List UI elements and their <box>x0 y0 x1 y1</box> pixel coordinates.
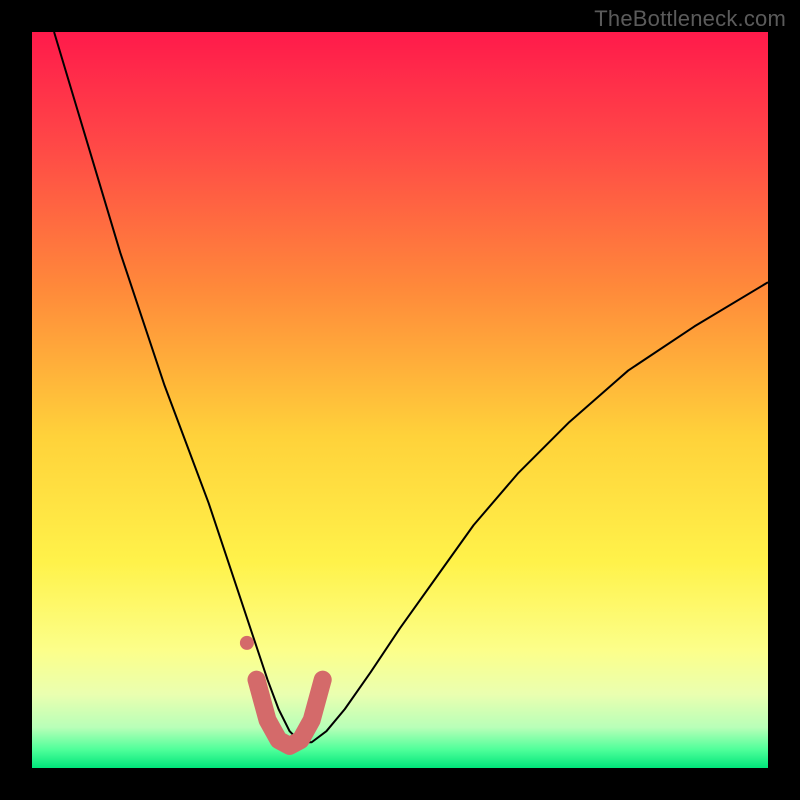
outer-frame: TheBottleneck.com <box>0 0 800 800</box>
bottleneck-curve <box>54 32 768 742</box>
watermark-text: TheBottleneck.com <box>594 6 786 32</box>
chart-svg <box>32 32 768 768</box>
highlight-band <box>256 680 322 746</box>
highlight-dot <box>240 636 254 650</box>
plot-area <box>32 32 768 768</box>
